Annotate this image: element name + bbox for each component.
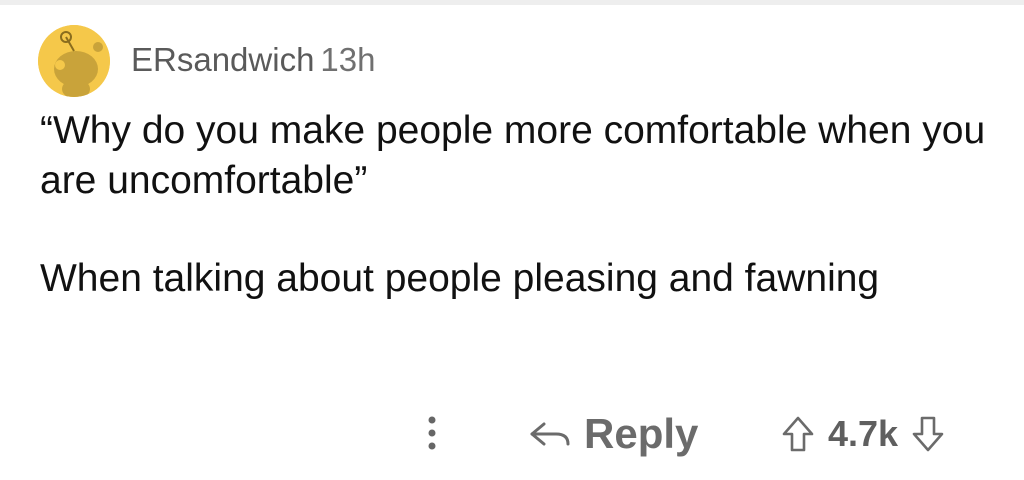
vote-score: 4.7k (828, 413, 899, 454)
comment-paragraph: “Why do you make people more comfortable… (40, 109, 986, 202)
reply-arrow-icon (530, 422, 570, 446)
comment-header: ERsandwich 13h (131, 40, 375, 80)
reply-button[interactable]: Reply (528, 404, 698, 464)
reply-label: Reply (584, 410, 699, 457)
more-options-icon[interactable] (416, 408, 448, 458)
comment-actions: Reply 4.7k (0, 400, 1024, 470)
comment-paragraph: When talking about people pleasing and f… (40, 257, 880, 300)
avatar[interactable] (38, 25, 110, 97)
upvote-arrow-icon[interactable] (780, 414, 816, 454)
reddit-snoo-avatar-icon (38, 25, 110, 97)
comment-body: “Why do you make people more comfortable… (40, 106, 1000, 304)
top-divider (0, 0, 1024, 5)
vote-controls: 4.7k (780, 404, 946, 464)
username[interactable]: ERsandwich (131, 41, 314, 78)
timestamp: 13h (320, 41, 376, 78)
downvote-arrow-icon[interactable] (910, 414, 946, 454)
